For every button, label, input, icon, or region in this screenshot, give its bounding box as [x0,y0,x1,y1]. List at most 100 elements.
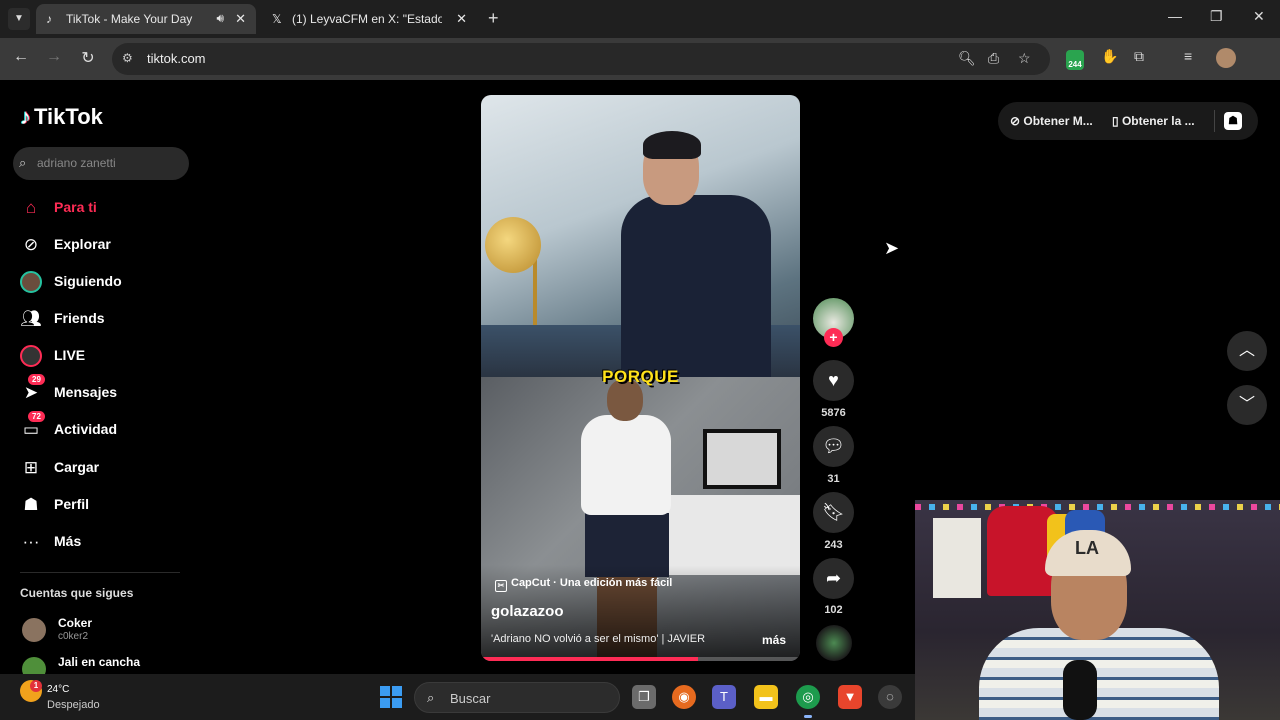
nav-label: Más [54,533,82,549]
media-controls-icon[interactable]: ≡ [1184,48,1192,64]
jacket [621,195,771,377]
nav-perfil[interactable]: ☗ Perfil [20,492,190,518]
install-app-icon[interactable]: ⎙ [988,50,999,67]
video-progress-bar[interactable] [481,657,800,661]
bookmark-star-icon[interactable]: ☆ [1018,50,1031,67]
teams-icon[interactable]: T [712,685,736,709]
nav-explorar[interactable]: ⊘ Explorar [20,232,190,258]
chrome-icon[interactable]: ◎ [796,685,820,718]
save-count: 243 [824,539,843,551]
plus-icon[interactable]: + [488,8,499,29]
logo-text: TikTok [34,104,103,129]
nav-siguiendo[interactable]: Siguiendo [20,269,190,295]
minimize-icon[interactable]: — [1168,8,1182,24]
nav-label: Friends [54,310,105,326]
site-settings-icon[interactable]: ⚙ [122,51,133,65]
get-coins-button[interactable]: ⊘ Obtener M... [1010,114,1093,128]
search-input[interactable]: ⌕ adriano zanetti [13,147,189,180]
tab-search-button[interactable]: ▼ [8,8,30,30]
more-dots-icon: ··· [22,532,40,551]
nav-label: Perfil [54,496,90,512]
next-video-button[interactable]: ﹀ [1227,385,1267,425]
nav-para-ti[interactable]: ⌂ Para ti [20,195,190,221]
tab-strip: ▼ ♪ TikTok - Make Your Day 🔊︎ ✕ 𝕏 (1) Le… [0,0,1280,38]
messages-badge: 29 [28,374,45,385]
follow-plus-icon[interactable]: + [824,328,843,347]
capcut-link[interactable]: ✂ CapCut · Una edición más fácil [495,577,672,592]
get-coins-label: Obtener M... [1023,114,1093,128]
share-count: 102 [824,604,843,616]
nav-mas[interactable]: ··· Más [20,529,190,555]
nav-label: Cargar [54,459,100,475]
microphone [1063,660,1097,720]
avatar [22,618,46,642]
tab-title: TikTok - Make Your Day [66,12,193,26]
heart-icon: ♥ [828,370,839,390]
tab-x[interactable]: 𝕏 (1) LeyvaCFM en X: "Estados U ✕ [262,4,477,34]
save-button[interactable]: 🔖︎ [813,492,854,533]
previous-video-button[interactable]: ︿ [1227,331,1267,371]
home-icon: ⌂ [25,198,37,217]
zoom-icon[interactable]: 🔍︎ [958,50,976,67]
weather-temperature[interactable]: 24°C [47,684,69,695]
avatar [22,657,46,674]
windows-start-icon[interactable] [380,686,402,708]
like-button[interactable]: ♥ [813,360,854,401]
get-app-button[interactable]: ▯ Obtener la ... [1112,114,1195,128]
nav-live[interactable]: LIVE [20,343,190,369]
close-tab-icon[interactable]: ✕ [456,11,467,27]
header-actions: ⊘ Obtener M... ▯ Obtener la ... [998,102,1258,140]
task-view-icon[interactable]: ❐ [632,685,656,709]
video-player[interactable]: PORQUE ✂ CapCut · Una edición más fácil g… [481,95,800,661]
extension-badge[interactable]: 244 [1066,50,1084,70]
nav-actividad[interactable]: ▭ 72 Actividad [20,411,190,443]
more-button[interactable]: más [762,633,786,647]
share-button[interactable]: ➦ [813,558,854,599]
cap-logo: LA [1075,538,1099,558]
chevron-up-icon: ︿ [1238,342,1255,359]
tiktok-logo[interactable]: ♪ TikTok [20,104,103,130]
tiktok-note-icon: ♪ [20,104,31,129]
bookmark-icon: 🔖︎ [822,502,845,522]
upload-plus-icon: ⊞ [23,458,39,477]
profile-icon: ☗ [23,495,39,514]
back-arrow-icon[interactable]: ← [10,48,32,66]
file-explorer-icon[interactable]: ▬ [754,685,778,709]
profile-menu-icon[interactable]: ☗ [1224,112,1242,130]
forward-arrow-icon[interactable]: → [43,48,65,66]
mouse-cursor-icon: ➤ [884,238,900,258]
profile-avatar[interactable] [1216,48,1236,68]
following-account[interactable]: Coker c0ker2 [20,616,190,646]
speaker-icon[interactable]: 🔊︎ [216,11,224,26]
search-icon: ⌕ [19,155,27,170]
nav-cargar[interactable]: ⊞ Cargar [20,455,190,481]
nav-friends[interactable]: 👥︎ Friends [20,306,190,332]
video-description: 'Adriano NO volvió a ser el mismo' | JAV… [491,633,706,645]
tab-tiktok[interactable]: ♪ TikTok - Make Your Day 🔊︎ ✕ [36,4,256,34]
following-account[interactable]: Jali en cancha [20,655,190,674]
weather-description[interactable]: Despejado [47,699,100,711]
browser-toolbar: ← → ↻ ⚙ tiktok.com 🔍︎ ⎙ ☆ ✋ ⧉ ≡ [0,38,1280,80]
taskbar-search[interactable]: ⌕ Buscar [414,682,620,713]
restore-icon[interactable]: ❐ [1210,8,1223,25]
nav-mensajes[interactable]: ➤ 29 Mensajes [20,374,190,406]
live-icon [20,345,42,367]
led-lights [915,504,1280,510]
reload-icon[interactable]: ↻ [77,48,99,68]
get-app-label: Obtener la ... [1121,114,1195,128]
hair [643,131,701,159]
music-disc[interactable] [816,625,852,661]
brave-icon[interactable]: ▼ [838,685,862,709]
extensions-puzzle-icon[interactable]: ⧉ [1134,48,1144,65]
close-window-icon[interactable]: ✕ [1253,8,1265,25]
firefox-icon[interactable]: ◉ [672,685,696,709]
address-bar[interactable]: ⚙ tiktok.com 🔍︎ ⎙ ☆ [112,43,1050,75]
webcam-overlay: LA [915,500,1280,720]
extension-icon[interactable]: ✋ [1101,48,1118,65]
close-tab-icon[interactable]: ✕ [235,11,246,27]
video-author[interactable]: golazazoo [491,603,564,620]
comment-button[interactable]: 💬︎ [813,426,854,467]
url-text[interactable]: tiktok.com [147,51,206,66]
app-icon[interactable]: ◌ [878,685,902,709]
account-name: Coker [58,616,93,630]
